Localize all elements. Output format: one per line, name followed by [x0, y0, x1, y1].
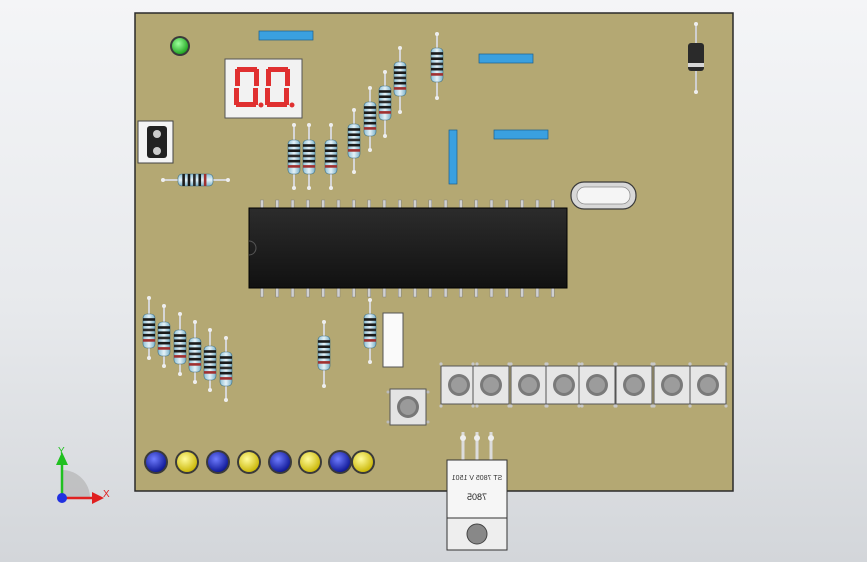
microcontroller-chip[interactable]: [248, 199, 568, 298]
push-button-4[interactable]: [544, 362, 584, 408]
seven-segment-display[interactable]: [224, 58, 303, 119]
triad-x-label: X: [103, 489, 110, 500]
push-button-2[interactable]: [471, 362, 511, 408]
push-button-5[interactable]: [577, 362, 617, 408]
regulator-label: 7805: [467, 492, 487, 502]
triad-y-label: Y: [58, 446, 65, 457]
coordinate-triad[interactable]: Y X: [56, 446, 110, 504]
capacitor[interactable]: [382, 312, 404, 368]
jumper-wire-4[interactable]: [448, 129, 458, 185]
decimal-point: [289, 102, 295, 108]
push-button-8[interactable]: [688, 362, 728, 408]
led-8[interactable]: [351, 450, 375, 474]
push-button-3[interactable]: [509, 362, 549, 408]
regulator-mirrored-text: ST 7805 V 1501: [452, 475, 503, 482]
crystal-oscillator[interactable]: [570, 181, 637, 210]
led-6[interactable]: [298, 450, 322, 474]
led-1[interactable]: [144, 450, 168, 474]
led-7[interactable]: [328, 450, 352, 474]
jumper-wire-3[interactable]: [493, 129, 549, 140]
led-3[interactable]: [206, 450, 230, 474]
power-connector[interactable]: [137, 120, 174, 164]
reset-button[interactable]: [386, 388, 430, 426]
decimal-point: [258, 102, 264, 108]
led-4[interactable]: [237, 450, 261, 474]
status-led-green[interactable]: [170, 36, 190, 56]
push-button-7[interactable]: [652, 362, 692, 408]
jumper-wire-2[interactable]: [478, 53, 534, 64]
push-button-6[interactable]: [614, 362, 654, 408]
jumper-wire-1[interactable]: [258, 30, 314, 41]
led-2[interactable]: [175, 450, 199, 474]
cad-viewport[interactable]: ST 7805 V 1501 7805 Y X: [0, 0, 867, 562]
push-button-row: [439, 362, 728, 408]
led-5[interactable]: [268, 450, 292, 474]
